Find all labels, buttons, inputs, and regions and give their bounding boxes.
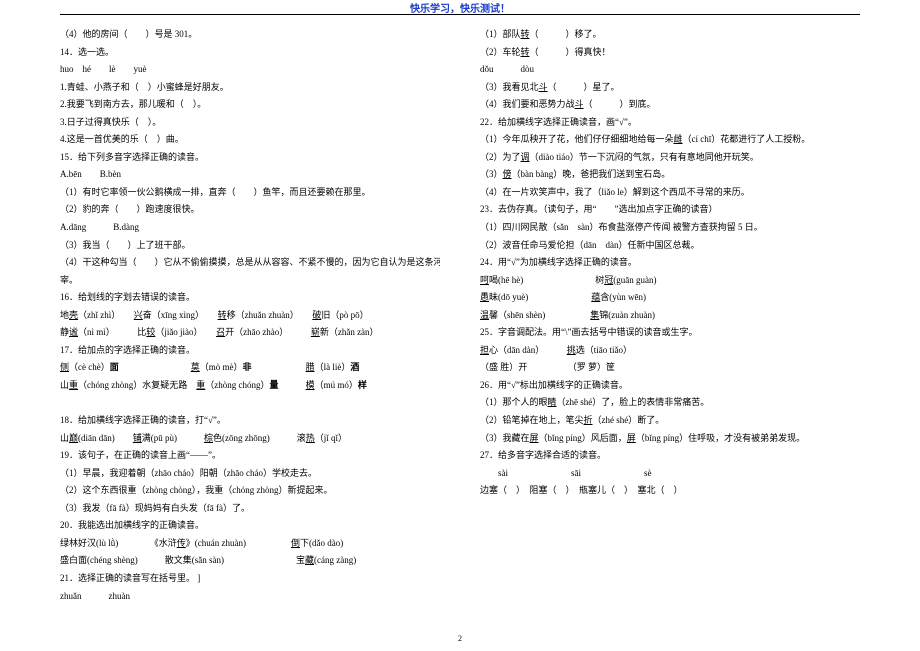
text-line: 18．给加横线字选择正确的读音，打“√”。: [60, 412, 440, 430]
text-line: zhuǎn zhuàn: [60, 588, 440, 606]
text-line: （2）车轮转（ ）得真快！: [480, 44, 860, 62]
text-line: 盛白面(chéng shèng) 散文集(sǎn sàn) 宝藏(cáng zà…: [60, 552, 440, 570]
text-line: A.bēn B.bèn: [60, 166, 440, 184]
text-line: （2）豹的奔（ ）跑速度很快。: [60, 201, 440, 219]
text-line: 16．给划线的字划去错误的读音。: [60, 289, 440, 307]
text-line: 温馨（shēn shèn) 集锦(zuàn zhuàn): [480, 307, 860, 325]
text-line: 绿林好汉(lù lǜ) 《水浒传》(chuán zhuàn) 倒下(dǎo dà…: [60, 535, 440, 553]
text-line: 14．选一选。: [60, 44, 440, 62]
text-line: （2）波音任命马爱伦担（dān dàn）任新中国区总裁。: [480, 237, 860, 255]
text-line: 担心（dān dàn） 挑选（tiāo tiǎo）: [480, 342, 860, 360]
text-line: A.dāng B.dàng: [60, 219, 440, 237]
text-line: 宰。: [60, 272, 440, 290]
content-columns: （4）他的房间（ ）号是 301。14．选一选。huo hé lè yuè1.青…: [60, 26, 860, 621]
page-number: 2: [0, 634, 920, 643]
text-line: （4）我们要和恶势力战斗（ ）到底。: [480, 96, 860, 114]
text-line: （1）有时它率领一伙公鹅横成一排，直奔（ ）鱼竿，而且还要赖在那里。: [60, 184, 440, 202]
text-line: 20．我能选出加横线字的正确读音。: [60, 517, 440, 535]
text-line: sài sāi sè: [480, 465, 860, 483]
text-line: （3）我藏在屏（bǐng píng）风后面，屏（bǐng píng）住呼吸，才没…: [480, 430, 860, 448]
text-line: 24．用“√”为加横线字选择正确的读音。: [480, 254, 860, 272]
text-line: （3）我发（fā fà）现妈妈有白头发（fā fà）了。: [60, 500, 440, 518]
text-line: （2）这个东西很重（zhòng chòng），我重（chóng zhòng）新提…: [60, 482, 440, 500]
text-line: （4）在一片欢笑声中，我了（liǎo le）解到这个西瓜不寻常的来历。: [480, 184, 860, 202]
text-line: （3）傍（bàn bàng）晚，爸把我们送到宝石岛。: [480, 166, 860, 184]
text-line: 静谧（nì mì） 比较（jiǎo jiào） 召开（zhāo zhào） 崭新…: [60, 324, 440, 342]
text-line: 27．给多音字选择合适的读音。: [480, 447, 860, 465]
text-line: huo hé lè yuè: [60, 61, 440, 79]
text-line: （1）早晨，我迎着朝（zhāo cháo）阳朝（zhāo cháo）学校走去。: [60, 465, 440, 483]
text-line: 1.青蛙、小燕子和（ ）小蜜蜂是好朋友。: [60, 79, 440, 97]
text-line: 3.日子过得真快乐（ ）。: [60, 114, 440, 132]
text-line: 23．去伪存真。（读句子，用“ ”选出加点字正确的读音）: [480, 201, 860, 219]
text-line: 17．给加点的字选择正确的读音。: [60, 342, 440, 360]
text-line: （1）今年瓜秧开了花，他们仔仔细细地给每一朵雌（cí chī）花都进行了人工授粉…: [480, 131, 860, 149]
text-line: 山重（chóng zhòng）水复疑无路 重（zhòng chóng）量 模（m…: [60, 377, 440, 395]
text-line: （2）铅笔掉在地上，笔尖折（zhé shé）断了。: [480, 412, 860, 430]
text-line: 呵喝(hē hè) 树冠(guān guàn): [480, 272, 860, 290]
text-line: 15．给下列多音字选择正确的读音。: [60, 149, 440, 167]
text-line: （4）他的房间（ ）号是 301。: [60, 26, 440, 44]
text-line: （3）我看见北斗（ ）星了。: [480, 79, 860, 97]
text-line: 山巅(diān dān) 铺满(pū pù) 棕色(zōng zhōng) 滚热…: [60, 430, 440, 448]
page-header: 快乐学习，快乐测试！: [0, 0, 920, 15]
text-line: 21．选择正确的读音写在括号里。 ]: [60, 570, 440, 588]
text-line: 19．该句子，在正确的读音上画“——”。: [60, 447, 440, 465]
text-line: 2.我要飞到南方去，那儿暖和（ ）。: [60, 96, 440, 114]
text-line: 4.这是一首优美的乐（ ）曲。: [60, 131, 440, 149]
text-line: （盛 胜）开 （罗 萝）筐: [480, 359, 860, 377]
text-line: （1）那个人的眼睛（zhē shé）了，脸上的表情非常痛苦。: [480, 394, 860, 412]
text-line: 26．用“√”标出加横线字的正确读音。: [480, 377, 860, 395]
text-line: （1）部队转（ ）移了。: [480, 26, 860, 44]
text-line: dǒu dòu: [480, 61, 860, 79]
text-line: [60, 394, 440, 412]
text-line: 22．给加横线字选择正确读音，画“√”。: [480, 114, 860, 132]
text-line: 地壳（zhǐ zhì） 兴奋（xīng xìng） 转移（zhuǎn zhuàn…: [60, 307, 440, 325]
text-line: （1）四川网民散（sǎn sàn）布食盐涨停产传闻 被警方查获拘留 5 日。: [480, 219, 860, 237]
text-line: 侧（cè chè）面 莫（mò mè）非 腊（là liè）酒: [60, 359, 440, 377]
text-line: 25．字音调配法。用“\”画去括号中错误的读音或生字。: [480, 324, 860, 342]
text-line: （2）为了调（diào tiáo）节一下沉闷的气氛，只有有意地同他开玩笑。: [480, 149, 860, 167]
text-line: 边塞（ ） 阻塞（ ） 瓶塞儿（ ） 塞北（ ）: [480, 482, 860, 500]
text-line: （4）干这种勾当（ ）它从不偷偷摸摸，总是从从容容、不紧不慢的，因为它自认为是这…: [60, 254, 440, 272]
text-line: （3）我当（ ）上了班干部。: [60, 237, 440, 255]
text-line: 愚昧(dō yuè) 蕴含(yùn wēn): [480, 289, 860, 307]
